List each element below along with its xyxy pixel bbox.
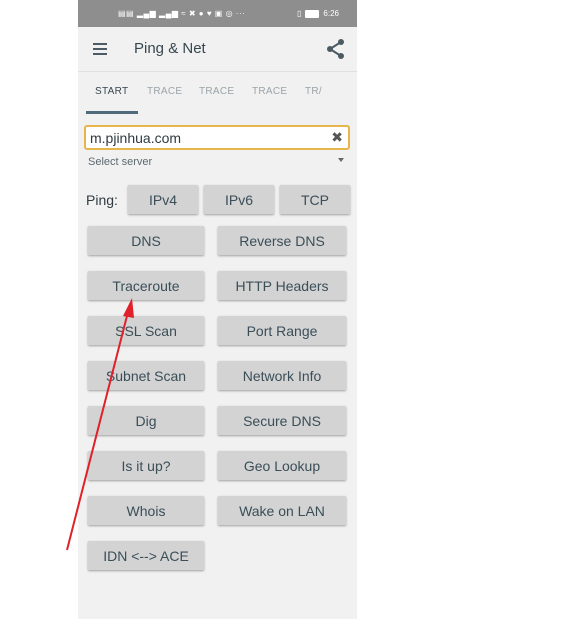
status-bar: ▤▤ ▂▄▆ ▂▄▆ ≈ ✖ ● ♥ ▣ ◎ ··· ▯ 6:26 (78, 0, 357, 27)
ping-ipv4-button[interactable]: IPv4 (128, 185, 198, 214)
secure-dns-button[interactable]: Secure DNS (218, 406, 346, 435)
phone-screen: ▤▤ ▂▄▆ ▂▄▆ ≈ ✖ ● ♥ ▣ ◎ ··· ▯ 6:26 Ping &… (78, 0, 357, 619)
server-select-label: Select server (88, 156, 153, 168)
ssl-scan-button[interactable]: SSL Scan (88, 316, 204, 345)
dig-button[interactable]: Dig (88, 406, 204, 435)
whois-button[interactable]: Whois (88, 496, 204, 525)
app-title: Ping & Net (134, 40, 206, 57)
vibrate-icon: ▯ (297, 9, 302, 18)
dns-button[interactable]: DNS (88, 226, 204, 255)
host-input-value[interactable]: m.pjinhua.com (90, 130, 181, 146)
tab-trace-4[interactable]: TR/ (305, 86, 322, 97)
tab-indicator (86, 111, 138, 114)
clock: 6:26 (323, 9, 339, 18)
is-it-up-button[interactable]: Is it up? (88, 451, 204, 480)
clear-icon[interactable]: ✖ (331, 129, 343, 146)
status-right: ▯ 6:26 (297, 0, 339, 27)
status-icons: ▤▤ ▂▄▆ ▂▄▆ ≈ ✖ ● ♥ ▣ ◎ ··· (118, 9, 246, 18)
ping-ipv6-button[interactable]: IPv6 (204, 185, 274, 214)
network-info-button[interactable]: Network Info (218, 361, 346, 390)
server-select[interactable]: Select server (88, 156, 344, 172)
reverse-dns-button[interactable]: Reverse DNS (218, 226, 346, 255)
chevron-down-icon (338, 158, 344, 162)
battery-icon (305, 9, 320, 18)
port-range-button[interactable]: Port Range (218, 316, 346, 345)
tab-start[interactable]: START (95, 86, 128, 97)
menu-icon[interactable] (93, 43, 107, 55)
tab-trace-3[interactable]: TRACE (252, 86, 287, 97)
traceroute-button[interactable]: Traceroute (88, 271, 204, 300)
subnet-scan-button[interactable]: Subnet Scan (88, 361, 204, 390)
share-icon[interactable] (326, 38, 346, 60)
tab-bar: START TRACE TRACE TRACE TR/ (78, 71, 357, 116)
tab-trace-2[interactable]: TRACE (199, 86, 234, 97)
wake-on-lan-button[interactable]: Wake on LAN (218, 496, 346, 525)
idn-ace-button[interactable]: IDN <--> ACE (88, 541, 204, 570)
app-bar: Ping & Net (78, 27, 357, 71)
geo-lookup-button[interactable]: Geo Lookup (218, 451, 346, 480)
ping-label: Ping: (86, 192, 118, 208)
http-headers-button[interactable]: HTTP Headers (218, 271, 346, 300)
host-input[interactable]: m.pjinhua.com ✖ (84, 125, 350, 150)
tab-trace-1[interactable]: TRACE (147, 86, 182, 97)
ping-tcp-button[interactable]: TCP (280, 185, 350, 214)
